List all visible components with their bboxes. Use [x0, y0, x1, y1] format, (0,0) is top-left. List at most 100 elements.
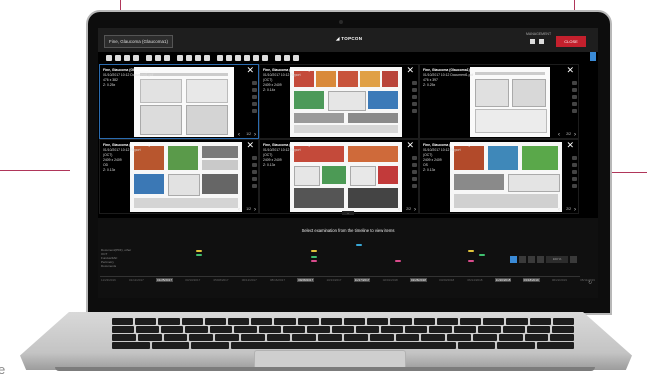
image-icon[interactable] — [186, 55, 192, 61]
exam-marker[interactable] — [356, 244, 362, 246]
timeline-message: Select examination from the timeline to … — [301, 228, 395, 233]
download-icon[interactable] — [530, 39, 535, 44]
timeline-date[interactable]: 06/14/2018 — [466, 278, 483, 282]
home-icon[interactable] — [539, 39, 544, 44]
ruler-icon[interactable] — [235, 55, 241, 61]
timeline-row-labels: Document(PDF), other OCT Fundus/FAF Peri… — [101, 248, 132, 268]
exam-marker[interactable] — [395, 260, 401, 262]
viewer-pane[interactable]: Fine, Glaucoma (Glaucoma1) 01/10/2017 10… — [99, 139, 259, 214]
annotation-icon[interactable] — [226, 55, 232, 61]
timeline-date[interactable]: 03/18/2019 — [522, 277, 540, 282]
viewer-side-tools — [252, 156, 257, 188]
prev-page-icon[interactable]: ‹ — [238, 132, 240, 138]
decorative-line — [0, 170, 70, 171]
exam-marker[interactable] — [468, 260, 474, 262]
next-page-icon[interactable]: › — [574, 132, 576, 138]
timeline-date[interactable]: 10/13/2017 — [325, 278, 342, 282]
measure-icon[interactable] — [217, 55, 223, 61]
history-icon[interactable] — [293, 55, 299, 61]
contrast-icon[interactable] — [204, 55, 210, 61]
next-page-icon[interactable]: › — [414, 207, 416, 213]
info-panel-toggle[interactable] — [590, 52, 596, 61]
close-viewer-icon[interactable]: ✕ — [406, 141, 414, 150]
prev-page-icon[interactable]: ‹ — [398, 207, 400, 213]
patient-selector[interactable]: Fine, Glaucoma (Glaucoma1) — [104, 35, 174, 48]
exam-marker[interactable] — [196, 250, 202, 252]
timeline-date[interactable]: 05/08/2017 — [213, 278, 230, 282]
keyboard — [112, 318, 575, 352]
viewer-side-tools — [412, 156, 417, 188]
timeline-date[interactable]: 02/26/2018 — [409, 277, 427, 282]
refresh-icon[interactable]: ↻ — [588, 280, 592, 286]
magnify-icon[interactable] — [253, 55, 259, 61]
rotate-icon[interactable] — [164, 55, 170, 61]
prev-page-icon[interactable]: ‹ — [558, 132, 560, 138]
page-indicator: 2/2 — [406, 207, 411, 211]
viewer-info: Fine, Glaucoma (Glaucoma1) 01/10/2017 10… — [263, 143, 310, 167]
next-page-icon[interactable]: › — [254, 132, 256, 138]
chevron-down-icon[interactable]: ⌄ — [342, 211, 354, 215]
prev-page-icon[interactable]: ‹ — [558, 207, 560, 213]
exam-marker[interactable] — [311, 260, 317, 262]
timeline-date[interactable]: 06/12/2017 — [241, 278, 258, 282]
viewer-info: Fine, Glaucoma (Glaucoma1) 01/10/2017 10… — [423, 143, 470, 172]
next-page-icon[interactable]: › — [574, 207, 576, 213]
zoom-out-icon[interactable] — [537, 256, 544, 263]
exam-marker[interactable] — [311, 250, 317, 252]
exam-marker[interactable] — [479, 254, 485, 256]
timeline-date[interactable]: 06/22/2019 — [551, 278, 568, 282]
brightness-icon[interactable] — [275, 55, 281, 61]
timeline-date[interactable]: 11/17/2017 — [353, 277, 371, 282]
close-viewer-icon[interactable]: ✕ — [566, 66, 574, 75]
next-page-icon[interactable]: › — [254, 207, 256, 213]
link-icon[interactable] — [124, 55, 130, 61]
timeline-date[interactable]: 01/25/2017 — [156, 277, 174, 282]
zoom-fit-icon[interactable] — [510, 256, 517, 263]
edge-text-fragment: e — [0, 362, 6, 377]
layout-icon[interactable] — [115, 55, 121, 61]
close-viewer-icon[interactable]: ✕ — [246, 141, 254, 150]
close-viewer-icon[interactable]: ✕ — [246, 66, 254, 75]
management-icons — [530, 39, 544, 44]
viewer-side-tools — [412, 81, 417, 113]
timeline-date[interactable]: 03/20/2018 — [438, 278, 455, 282]
exam-marker[interactable] — [311, 256, 317, 258]
timeline-date[interactable]: 09/28/2017 — [297, 277, 315, 282]
viewer-pane[interactable]: Fine, Glaucoma (Glaucoma1) 01/10/2017 10… — [259, 139, 419, 214]
timeline-list-icon[interactable] — [528, 256, 535, 263]
viewer-pane[interactable]: Fine, Glaucoma (Glaucoma1) 01/10/2017 10… — [419, 64, 579, 139]
compare-icon[interactable] — [177, 55, 183, 61]
zoom-in-icon[interactable] — [570, 256, 577, 263]
viewer-pane[interactable]: Fine, Glaucoma (Glaucoma1) 01/10/2017 10… — [99, 64, 259, 139]
close-button[interactable]: CLOSE — [556, 36, 586, 47]
page-indicator: 2/2 — [566, 132, 571, 136]
crop-icon[interactable] — [133, 55, 139, 61]
exam-marker[interactable] — [196, 254, 202, 256]
exam-marker[interactable] — [468, 250, 474, 252]
viewer-pane[interactable]: Fine, Glaucoma (Glaucoma1) 01/10/2017 10… — [259, 64, 419, 139]
close-viewer-icon[interactable]: ✕ — [566, 141, 574, 150]
viewer-side-tools — [572, 81, 577, 113]
zoom-value[interactable]: 100 % — [546, 256, 568, 263]
brand-logo: ◢ TOPCON — [336, 36, 363, 41]
text-icon[interactable] — [284, 55, 290, 61]
viewer-info: Fine, Glaucoma (Glaucoma1) 01/10/2017 10… — [263, 68, 310, 92]
timeline-date[interactable]: 11/20/2018 — [494, 277, 512, 282]
zoom-in-icon[interactable] — [155, 55, 161, 61]
viewer-pane[interactable]: Fine, Glaucoma (Glaucoma1) 01/10/2017 10… — [419, 139, 579, 214]
timeline-date[interactable]: 01/11/2017 — [128, 278, 145, 282]
timeline-date[interactable]: 08/16/2017 — [269, 278, 286, 282]
list-icon[interactable] — [195, 55, 201, 61]
camera-icon[interactable] — [244, 55, 250, 61]
zoom-fit-icon[interactable] — [146, 55, 152, 61]
timeline-view-icon[interactable] — [519, 256, 526, 263]
timeline-date[interactable]: 11/23/2016 — [100, 278, 117, 282]
viewer-toolbar — [106, 54, 299, 62]
timeline-date[interactable]: 02/01/2018 — [382, 278, 399, 282]
timeline-date[interactable]: 03/10/2017 — [184, 278, 201, 282]
close-viewer-icon[interactable]: ✕ — [406, 66, 414, 75]
viewer-info: Fine, Glaucoma (Glaucoma1) 01/10/2017 10… — [103, 68, 154, 87]
grid-layout-icon[interactable] — [106, 55, 112, 61]
prev-page-icon[interactable]: ‹ — [238, 207, 240, 213]
pan-icon[interactable] — [262, 55, 268, 61]
